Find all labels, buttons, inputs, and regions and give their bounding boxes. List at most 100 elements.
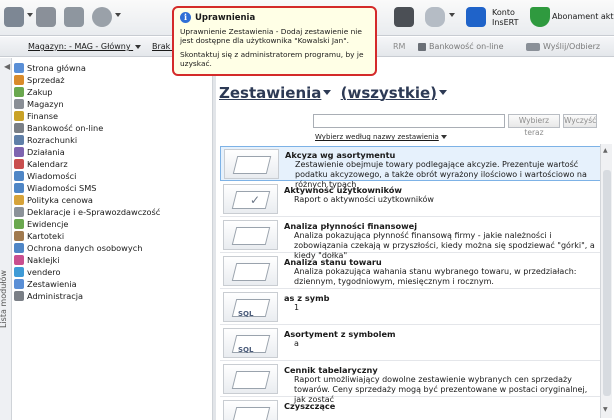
chevron-down-icon[interactable]	[449, 13, 455, 17]
sql-icon: SQL	[238, 310, 254, 318]
sidebar-item-label: Kalendarz	[27, 158, 68, 169]
search-input[interactable]	[313, 114, 505, 128]
chevron-down-icon[interactable]	[27, 13, 33, 17]
module-icon	[14, 122, 24, 133]
report-row[interactable]: SQL Asortyment z symbolem a	[220, 326, 604, 361]
tools-icon[interactable]	[4, 7, 24, 27]
sidebar-item-label: Kartoteki	[27, 230, 65, 241]
report-thumbnail	[223, 400, 278, 420]
check-icon: ✓	[250, 193, 261, 207]
sheet-icon	[232, 156, 272, 174]
report-thumbnail: SQL	[223, 328, 278, 358]
send-receive-button[interactable]: Wyślij/Odbierz	[526, 42, 600, 51]
page-title: Zestawienia (wszystkie)	[219, 84, 451, 102]
report-row[interactable]: Analiza płynności finansowej Analiza poka…	[220, 218, 604, 260]
sync-icon	[526, 42, 540, 51]
module-icon	[14, 110, 24, 121]
report-row[interactable]: ✓ Aktywność użytkowników Raport o aktywnoś…	[220, 182, 604, 217]
send-receive-label: Wyślij/Odbierz	[543, 42, 601, 51]
sidebar-item-label: Finanse	[27, 110, 59, 121]
module-icon	[14, 182, 24, 193]
report-thumbnail	[223, 364, 278, 394]
tooltip-title: i Uprawnienia	[180, 12, 369, 23]
rm-button[interactable]: RM	[393, 42, 405, 51]
module-list-tab[interactable]: Lista modułów	[0, 58, 12, 420]
chevron-down-icon	[135, 44, 142, 49]
report-row[interactable]: SQL as z symb 1	[220, 290, 604, 325]
sidebar-item-label: Zestawienia	[27, 278, 77, 289]
abonament-label[interactable]: Abonament aktyw	[552, 12, 614, 21]
sidebar-item-label: Wiadomości SMS	[27, 182, 97, 193]
module-icon	[14, 266, 24, 277]
select-now-button[interactable]: Wybierz teraz	[508, 114, 560, 137]
report-description: 1	[294, 303, 300, 312]
module-icon	[14, 242, 24, 253]
cloud-icon[interactable]	[425, 7, 445, 27]
module-icon	[14, 74, 24, 85]
sort-label: Wybierz według nazwy zestawienia	[315, 133, 439, 141]
module-icon	[14, 218, 24, 229]
report-title: Cennik tabelaryczny	[284, 365, 378, 375]
chevron-down-icon[interactable]	[439, 89, 448, 95]
module-icon	[14, 194, 24, 205]
online-banking-button[interactable]: Bankowość on-line	[418, 42, 504, 51]
sort-selector[interactable]: Wybierz według nazwy zestawienia	[315, 133, 447, 141]
sheet-icon	[231, 263, 271, 281]
sidebar-item-label: Wiadomości	[27, 170, 77, 181]
sidebar-item[interactable]: Administracja	[14, 289, 83, 302]
sidebar-item-label: Bankowość on-line	[27, 122, 104, 133]
report-thumbnail	[223, 256, 278, 286]
module-icon	[14, 86, 24, 97]
konto-label[interactable]: Konto InsERT	[492, 8, 519, 28]
module-icon	[14, 170, 24, 181]
module-icon	[14, 254, 24, 265]
report-title: as z symb	[284, 293, 330, 303]
scroll-up-icon[interactable]: ▲	[603, 147, 608, 154]
sql-icon: SQL	[238, 346, 254, 354]
module-icon	[14, 62, 24, 73]
sidebar-item-label: Strona główna	[27, 62, 86, 73]
clear-button[interactable]: Wyczyść	[563, 114, 597, 128]
report-row[interactable]: Analiza stanu towaru Analiza pokazująca w…	[220, 254, 604, 289]
filter-dropdown[interactable]: (wszystkie)	[341, 84, 437, 102]
module-icon	[14, 278, 24, 289]
list-scrollbar[interactable]: ▲ ▼	[600, 144, 612, 418]
package-icon[interactable]	[394, 7, 414, 27]
scrollbar-thumb[interactable]	[603, 170, 611, 396]
report-thumbnail	[223, 220, 278, 250]
warehouse-selector[interactable]: Magazyn: - MAG - Główny	[28, 42, 142, 51]
main-panel: Zestawienia (wszystkie) Wybierz teraz Wy…	[216, 58, 614, 420]
module-list-tab-label: Lista modułów	[0, 270, 8, 328]
shield-icon[interactable]	[530, 7, 550, 27]
warehouse-label: Magazyn: - MAG - Główny	[28, 42, 131, 51]
module-icon	[14, 134, 24, 145]
tooltip-title-text: Uprawnienia	[195, 12, 256, 23]
chevron-down-icon[interactable]	[115, 13, 121, 17]
report-row[interactable]: Cennik tabelaryczny Raport umożliwiający …	[220, 362, 604, 404]
report-title: Analiza płynności finansowej	[284, 221, 418, 231]
report-row[interactable]: Akcyza wg asortymentu Zestawienie obejmuj…	[220, 146, 604, 189]
chevron-down-icon	[440, 135, 447, 139]
chevron-down-icon[interactable]	[323, 89, 332, 95]
sidebar-item-label: Polityka cenowa	[27, 194, 93, 205]
report-description: Raport o aktywności użytkowników	[294, 195, 434, 204]
scroll-down-icon[interactable]: ▼	[603, 406, 608, 413]
report-list: Akcyza wg asortymentu Zestawienie obejmuj…	[220, 146, 604, 420]
sidebar-item-label: Działania	[27, 146, 65, 157]
lock-icon	[418, 42, 426, 51]
info-icon: i	[180, 12, 191, 23]
insert-logo-icon[interactable]	[466, 7, 486, 27]
notes-icon[interactable]	[64, 7, 84, 27]
report-thumbnail: SQL	[223, 292, 278, 322]
collapse-arrow-icon[interactable]: ◀	[4, 62, 10, 71]
report-row[interactable]: Czyszczące	[220, 398, 604, 420]
sheet-icon	[231, 371, 271, 389]
dollar-icon[interactable]	[36, 7, 56, 27]
help-icon[interactable]	[92, 7, 112, 27]
sidebar-item-label: Ewidencje	[27, 218, 69, 229]
module-icon	[14, 146, 24, 157]
module-icon	[14, 290, 24, 301]
sidebar-item-label: Rozrachunki	[27, 134, 78, 145]
title-dropdown[interactable]: Zestawienia	[219, 84, 321, 102]
report-description: Analiza pokazująca wahania stanu wybrane…	[294, 267, 577, 286]
